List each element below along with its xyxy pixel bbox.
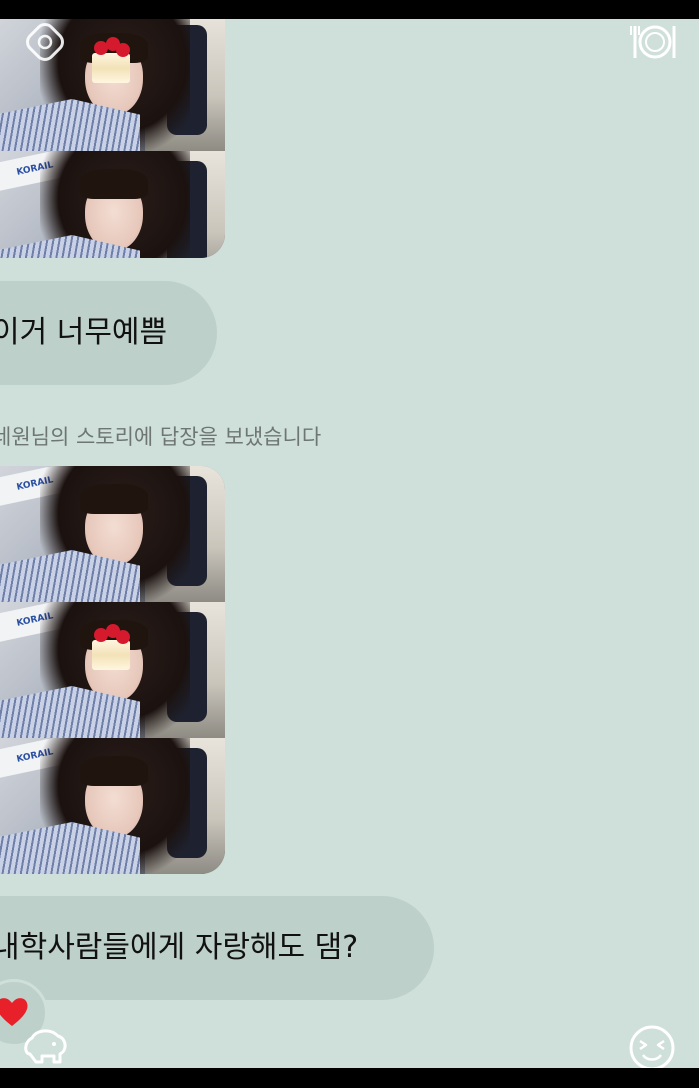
story-photo[interactable]: KORAIL <box>0 602 225 738</box>
message-bubble[interactable]: 내학사람들에게 자랑해도 댐? <box>0 896 434 1000</box>
dish-icon[interactable] <box>630 22 678 66</box>
story-photo[interactable]: KORAIL <box>0 738 225 874</box>
emoji-face-icon[interactable] <box>626 1024 678 1068</box>
cake-sticker <box>90 35 132 87</box>
story-reply-note: 네원님의 스토리에 답장을 보냈습니다 <box>0 425 322 449</box>
sticker-icon[interactable] <box>22 21 68 69</box>
message-text: 이거 너무예쁨 <box>0 315 168 350</box>
chat-thread: KORAIL 이거 너무예쁨 네원님의 스토리에 답장을 보냈습니다 KORAI… <box>0 19 699 1068</box>
cake-sticker <box>90 622 132 674</box>
story-photo-group-bottom[interactable]: KORAIL KORAIL KORAIL <box>0 466 225 874</box>
story-photo[interactable]: KORAIL <box>0 151 225 258</box>
message-bubble[interactable]: 이거 너무예쁨 <box>0 281 217 385</box>
story-photo[interactable]: KORAIL <box>0 466 225 602</box>
message-text: 내학사람들에게 자랑해도 댐? <box>0 930 359 965</box>
elephant-sticker-icon[interactable] <box>20 1024 72 1068</box>
